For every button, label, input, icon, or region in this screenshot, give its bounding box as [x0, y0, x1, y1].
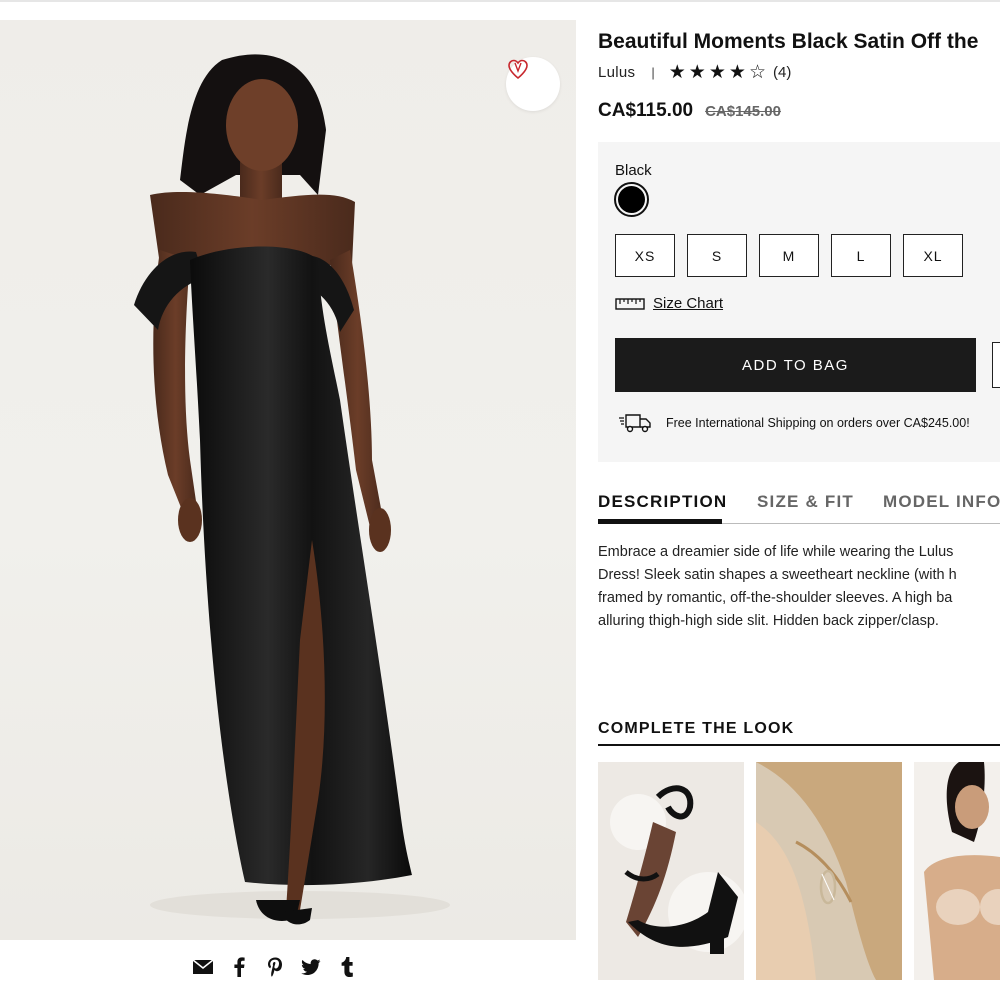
earrings-image	[756, 762, 902, 980]
tab-description[interactable]: DESCRIPTION	[598, 492, 727, 512]
tab-model-info[interactable]: MODEL INFO	[883, 492, 1000, 512]
shipping-notice: Free International Shipping on orders ov…	[618, 412, 970, 434]
add-to-bag-button[interactable]: ADD TO BAG	[615, 338, 976, 392]
favorite-button[interactable]	[506, 57, 560, 111]
star-filled-icon: ★	[688, 62, 706, 83]
shipping-text: Free International Shipping on orders ov…	[666, 416, 970, 430]
purchase-panel: Black XS S M L XL Size Chart ADD TO BAG …	[598, 142, 1000, 462]
look-item-heels[interactable]	[598, 762, 744, 980]
look-item-bra[interactable]	[914, 762, 1000, 980]
product-title: Beautiful Moments Black Satin Off the	[598, 30, 979, 53]
active-tab-indicator	[598, 519, 722, 524]
truck-icon	[619, 414, 651, 433]
size-selector: XS S M L XL	[615, 234, 963, 277]
section-divider	[598, 744, 1000, 746]
color-swatch-black[interactable]	[614, 182, 649, 217]
wishlist-button[interactable]	[992, 342, 1000, 388]
sale-price: CA$115.00	[598, 100, 694, 121]
brand-separator: |	[651, 65, 655, 80]
brand-rating-row: Lulus | ★ ★ ★ ★ ☆ (4)	[598, 63, 791, 82]
product-info-tabs: DESCRIPTION SIZE & FIT MODEL INFO	[598, 492, 1000, 524]
star-filled-icon: ★	[668, 62, 686, 83]
pinterest-icon[interactable]	[264, 956, 286, 978]
heart-icon	[508, 59, 528, 80]
description-line: Dress! Sleek satin shapes a sweetheart n…	[598, 567, 957, 583]
description-line: alluring thigh-high side slit. Hidden ba…	[598, 613, 939, 629]
tumblr-icon[interactable]	[336, 956, 358, 978]
swatch-fill	[618, 186, 645, 213]
size-chart-link[interactable]: Size Chart	[615, 295, 723, 312]
description-line: framed by romantic, off-the-shoulder sle…	[598, 590, 953, 606]
product-description: Embrace a dreamier side of life while we…	[598, 541, 1000, 633]
tab-size-fit[interactable]: SIZE & FIT	[757, 492, 854, 512]
look-item-earrings[interactable]	[756, 762, 902, 980]
size-chart-label: Size Chart	[653, 295, 724, 312]
adhesive-bra-image	[914, 762, 1000, 980]
size-button-s[interactable]: S	[687, 234, 747, 277]
size-button-xs[interactable]: XS	[615, 234, 675, 277]
star-filled-icon: ★	[708, 62, 726, 83]
top-divider	[0, 0, 1000, 2]
heels-image	[598, 762, 744, 980]
product-photo-model	[134, 54, 450, 925]
share-bar	[192, 956, 358, 978]
twitter-icon[interactable]	[300, 956, 322, 978]
complete-the-look-heading: COMPLETE THE LOOK	[598, 720, 795, 737]
email-icon[interactable]	[192, 956, 214, 978]
brand-name[interactable]: Lulus	[598, 64, 635, 81]
price-row: CA$115.00 CA$145.00	[598, 100, 781, 122]
size-button-m[interactable]: M	[759, 234, 819, 277]
size-button-xl[interactable]: XL	[903, 234, 963, 277]
description-line: Embrace a dreamier side of life while we…	[598, 544, 954, 560]
original-price: CA$145.00	[705, 103, 781, 120]
star-rating[interactable]: ★ ★ ★ ★ ☆	[669, 63, 766, 82]
size-button-l[interactable]: L	[831, 234, 891, 277]
star-empty-icon: ☆	[748, 62, 766, 83]
review-count[interactable]: (4)	[773, 64, 791, 81]
star-filled-icon: ★	[728, 62, 746, 83]
color-label: Black	[615, 162, 652, 179]
facebook-icon[interactable]	[228, 956, 250, 978]
ruler-icon	[615, 297, 645, 310]
product-image[interactable]	[0, 20, 576, 940]
